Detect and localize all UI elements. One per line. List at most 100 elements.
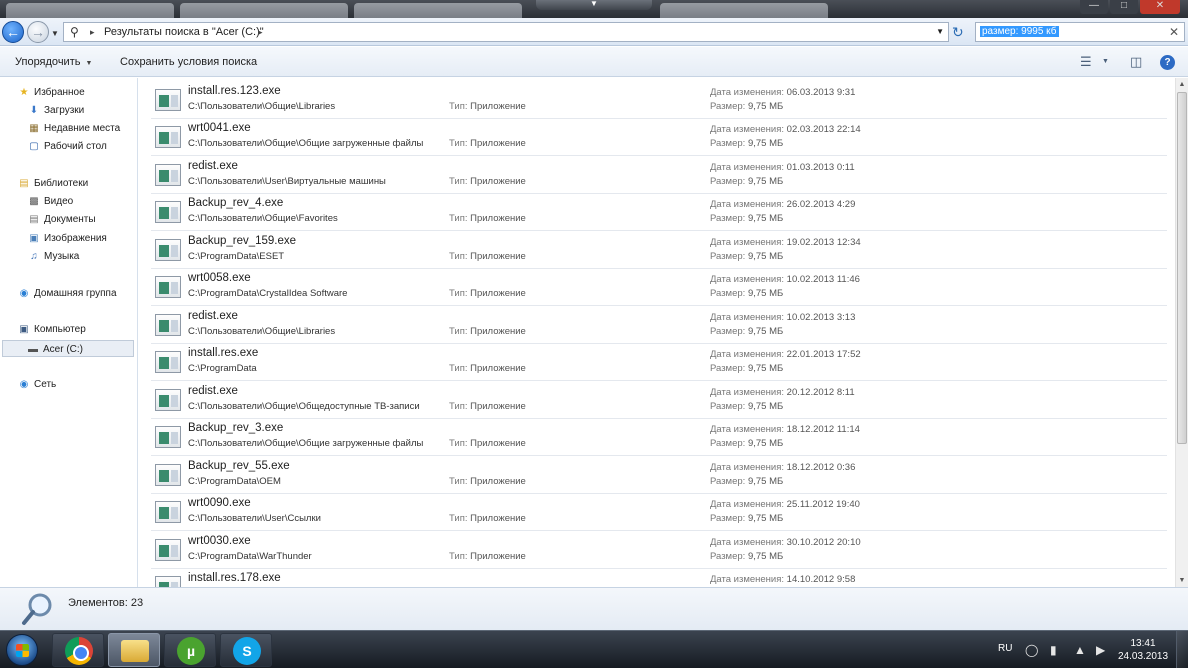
taskbar-chrome[interactable] — [52, 633, 104, 667]
nav-item-recent-places[interactable]: ▦ Недавние места — [27, 120, 120, 137]
search-box[interactable]: размер: 9995 кб ✕ — [975, 22, 1185, 42]
change-view-icon[interactable]: ☰ — [1080, 54, 1092, 70]
background-tab[interactable] — [180, 3, 348, 18]
file-type: Тип: Приложение — [449, 101, 526, 112]
nav-item-acer-c-drive[interactable]: ▬ Acer (C:) — [2, 340, 134, 357]
file-name: install.res.123.exe — [188, 85, 281, 97]
star-icon: ★ — [19, 87, 29, 98]
help-icon[interactable]: ? — [1160, 55, 1175, 70]
nav-network[interactable]: ◉ Сеть — [17, 376, 57, 393]
taskbar-skype[interactable]: S — [220, 633, 272, 667]
file-modified: Дата изменения: 10.02.2013 11:46 — [710, 274, 860, 285]
file-modified-value: 22.01.2013 17:52 — [786, 349, 861, 360]
nav-item-downloads[interactable]: ⬇ Загрузки — [27, 102, 84, 119]
list-item[interactable]: wrt0058.exe C:\ProgramData\CrystalIdea S… — [151, 269, 1167, 306]
volume-icon[interactable]: ▶ — [1096, 643, 1105, 657]
desktop-icon: ▢ — [29, 141, 39, 152]
list-item[interactable]: install.res.178.exe Дата изменения: 14.1… — [151, 569, 1167, 587]
refresh-icon[interactable]: ↻ — [952, 24, 964, 41]
taskbar-utorrent[interactable]: µ — [164, 633, 216, 667]
application-icon — [155, 201, 181, 223]
file-name: wrt0041.exe — [188, 122, 251, 134]
breadcrumb-separator-icon[interactable]: ▸ — [258, 27, 263, 38]
clear-search-icon[interactable]: ✕ — [1169, 25, 1179, 39]
file-type: Тип: Приложение — [449, 513, 526, 524]
file-path: C:\ProgramData\ESET — [188, 251, 285, 262]
vertical-scrollbar[interactable]: ▲ ▼ — [1175, 78, 1188, 587]
list-item[interactable]: wrt0030.exe C:\ProgramData\WarThunder Ти… — [151, 532, 1167, 569]
minimize-button[interactable]: — — [1080, 0, 1108, 14]
device-icon[interactable]: ▮ — [1050, 643, 1057, 657]
list-item[interactable]: Backup_rev_159.exe C:\ProgramData\ESET Т… — [151, 232, 1167, 269]
toggle-icon[interactable]: ◯ — [1025, 643, 1038, 657]
file-type-value: Приложение — [470, 551, 526, 562]
breadcrumb-separator-icon[interactable]: ▸ — [90, 27, 95, 38]
back-button[interactable]: ← — [2, 21, 24, 43]
file-size: Размер: 9,75 МБ — [710, 213, 783, 224]
file-name: redist.exe — [188, 385, 238, 397]
scrollbar-thumb[interactable] — [1177, 92, 1187, 444]
recent-pages-dropdown-icon[interactable]: ▼ — [51, 29, 59, 38]
address-dropdown-icon[interactable]: ▼ — [936, 27, 944, 36]
list-item[interactable]: redist.exe C:\Пользователи\User\Виртуаль… — [151, 157, 1167, 194]
address-bar[interactable]: ⚲ ▸ Результаты поиска в "Acer (C:)" ▸ ▼ — [63, 22, 949, 42]
file-size-label: Размер: — [710, 213, 746, 224]
nav-item-music[interactable]: ♫ Музыка — [27, 248, 79, 265]
start-button[interactable] — [6, 634, 38, 666]
nav-item-documents[interactable]: ▤ Документы — [27, 211, 95, 228]
nav-item-label: Загрузки — [44, 105, 85, 116]
scroll-down-icon[interactable]: ▼ — [1176, 574, 1188, 587]
nav-libraries[interactable]: ▤ Библиотеки — [17, 175, 88, 192]
nav-favorites[interactable]: ★ Избранное — [17, 84, 85, 101]
file-size-label: Размер: — [710, 101, 746, 112]
breadcrumb-search-results[interactable]: Результаты поиска в "Acer (C:)" — [104, 26, 264, 38]
maximize-button[interactable]: □ — [1110, 0, 1138, 14]
nav-item-desktop[interactable]: ▢ Рабочий стол — [27, 138, 107, 155]
organize-button[interactable]: Упорядочить ▼ — [15, 56, 92, 68]
file-size: Размер: 9,75 МБ — [710, 551, 783, 562]
file-type: Тип: Приложение — [449, 251, 526, 262]
close-button[interactable]: ✕ — [1140, 0, 1180, 14]
scroll-up-icon[interactable]: ▲ — [1176, 78, 1188, 91]
list-item[interactable]: install.res.123.exe C:\Пользователи\Общи… — [151, 82, 1167, 119]
background-tab[interactable] — [354, 3, 522, 18]
list-item[interactable]: redist.exe C:\Пользователи\Общие\Общедос… — [151, 382, 1167, 419]
save-search-button[interactable]: Сохранить условия поиска — [120, 56, 257, 68]
application-icon — [155, 126, 181, 148]
list-item[interactable]: wrt0041.exe C:\Пользователи\Общие\Общие … — [151, 119, 1167, 156]
list-item[interactable]: wrt0090.exe C:\Пользователи\User\Ссылки … — [151, 494, 1167, 531]
file-modified-label: Дата изменения: — [710, 349, 785, 360]
nav-homegroup[interactable]: ◉ Домашняя группа — [17, 285, 117, 302]
file-type: Тип: Приложение — [449, 326, 526, 337]
nav-computer[interactable]: ▣ Компьютер — [17, 321, 86, 338]
clock[interactable]: 13:41 24.03.2013 — [1118, 637, 1168, 663]
application-icon — [155, 314, 181, 336]
list-item[interactable]: install.res.exe C:\ProgramData Тип: Прил… — [151, 344, 1167, 381]
list-item[interactable]: Backup_rev_55.exe C:\ProgramData\OEM Тип… — [151, 457, 1167, 494]
nav-item-pictures[interactable]: ▣ Изображения — [27, 230, 107, 247]
file-size-label: Размер: — [710, 551, 746, 562]
list-item[interactable]: redist.exe C:\Пользователи\Общие\Librari… — [151, 307, 1167, 344]
nav-item-video[interactable]: ▩ Видео — [27, 193, 73, 210]
view-options-dropdown-icon[interactable]: ▼ — [1102, 58, 1109, 65]
file-modified-label: Дата изменения: — [710, 537, 785, 548]
forward-button[interactable]: → — [27, 21, 49, 43]
language-indicator[interactable]: RU — [998, 643, 1012, 654]
tab-list-dropdown[interactable]: ▼ — [536, 0, 652, 10]
explorer-icon — [121, 640, 149, 662]
file-size-label: Размер: — [710, 176, 746, 187]
file-size-label: Размер: — [710, 326, 746, 337]
show-desktop-button[interactable] — [1176, 631, 1188, 668]
background-tab[interactable] — [660, 3, 828, 18]
network-signal-icon[interactable]: ▲ — [1074, 643, 1086, 657]
taskbar-explorer[interactable] — [108, 633, 160, 667]
search-input[interactable]: размер: 9995 кб — [980, 26, 1059, 37]
file-size-value: 9,75 МБ — [747, 326, 784, 337]
file-name: Backup_rev_3.exe — [188, 422, 284, 434]
file-size-label: Размер: — [710, 251, 746, 262]
background-tab[interactable] — [6, 3, 174, 18]
list-item[interactable]: Backup_rev_4.exe C:\Пользователи\Общие\F… — [151, 194, 1167, 231]
list-item[interactable]: Backup_rev_3.exe C:\Пользователи\Общие\О… — [151, 419, 1167, 456]
preview-pane-icon[interactable]: ◫ — [1130, 54, 1142, 70]
file-size-value: 9,75 МБ — [747, 363, 784, 374]
